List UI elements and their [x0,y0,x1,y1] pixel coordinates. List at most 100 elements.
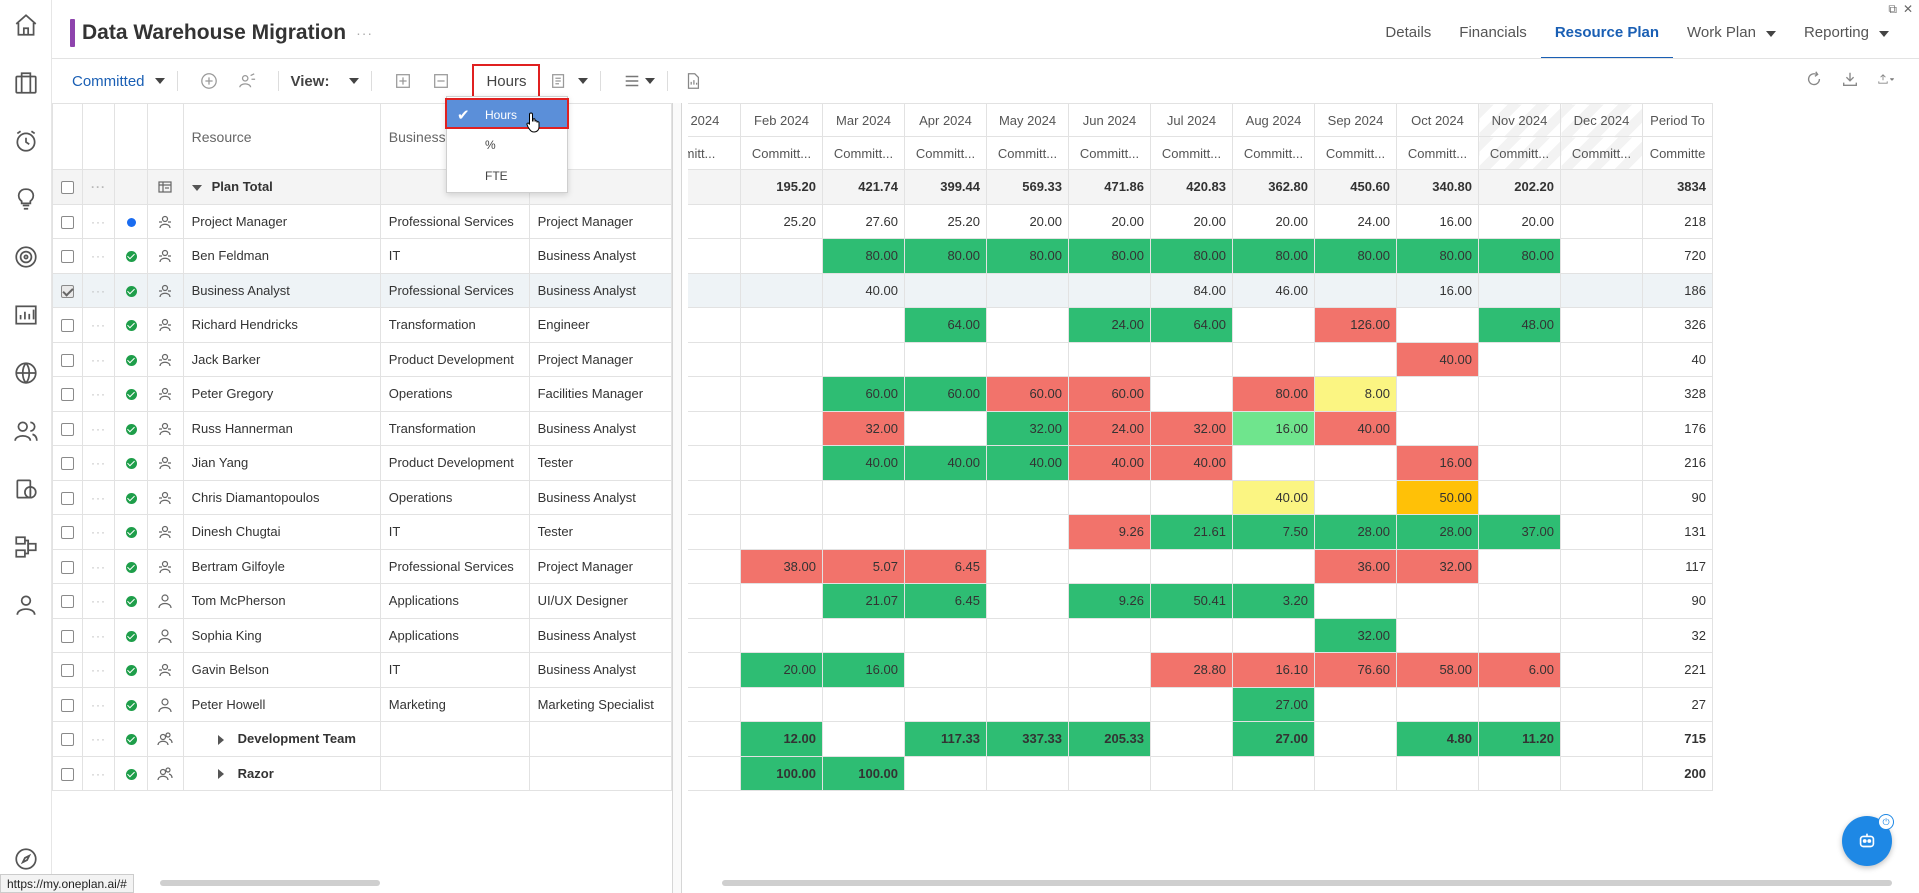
allocation-cell[interactable] [1478,755,1561,791]
export-report-icon[interactable] [684,72,702,90]
row-menu-cell[interactable]: ··· [82,203,115,239]
allocation-cell[interactable]: 6.00 [1478,652,1561,688]
allocation-cell[interactable] [1478,583,1561,619]
row-menu-cell[interactable]: ··· [82,341,115,377]
allocation-cell[interactable] [1396,410,1479,446]
allocation-cell[interactable] [1068,548,1151,584]
allocation-cell[interactable] [740,272,823,308]
resource-row[interactable]: ··· Chris Diamantopoulos Operations Busines… [52,479,673,515]
expand-all-icon[interactable] [394,72,412,90]
month-header[interactable]: Sep 2024 [1314,103,1397,137]
allocation-cell[interactable]: 176 [1642,410,1713,446]
allocation-cell[interactable]: 16.00 [822,652,905,688]
month-header[interactable]: Jun 2024 [1068,103,1151,137]
allocation-cell[interactable] [1232,445,1315,481]
allocation-cell[interactable] [688,341,741,377]
resource-row[interactable]: ··· Jian Yang Product Development Tester [52,445,673,481]
resource-name-cell[interactable]: Project Manager [182,203,381,239]
row-checkbox-cell[interactable] [52,203,83,239]
row-checkbox[interactable] [61,733,74,747]
row-checkbox-cell[interactable] [52,376,83,412]
month-header[interactable]: Nov 2024 [1478,103,1561,137]
allocation-cell[interactable]: 36.00 [1314,548,1397,584]
allocation-cell[interactable] [740,583,823,619]
row-checkbox-cell[interactable] [52,652,83,688]
row-menu-cell[interactable]: ··· [82,514,115,550]
allocation-cell[interactable] [1314,721,1397,757]
row-checkbox[interactable] [61,698,74,712]
allocation-cell[interactable]: 80.00 [1396,238,1479,274]
allocation-cell[interactable]: 471.86 [1068,169,1151,205]
allocation-cell[interactable] [1560,410,1643,446]
resource-row[interactable]: ··· Peter Gregory Operations Facilities Man… [52,376,673,412]
allocation-cell[interactable]: 80.00 [1232,238,1315,274]
allocation-cell[interactable] [1314,686,1397,722]
ideas-icon[interactable] [13,186,39,212]
month-header[interactable]: Mar 2024 [822,103,905,137]
row-menu-icon[interactable]: ··· [91,422,106,436]
allocation-cell[interactable]: 20.00 [986,203,1069,239]
resource-name-cell[interactable]: Peter Howell [182,686,381,722]
allocation-cell[interactable]: 37.00 [1478,514,1561,550]
resource-row[interactable]: ··· Peter Howell Marketing Marketing Specia… [52,686,673,722]
right-horizontal-scrollbar[interactable] [722,880,1892,886]
allocation-cell[interactable]: 421.74 [822,169,905,205]
allocation-cell[interactable] [904,410,987,446]
allocation-cell[interactable]: 362.80 [1232,169,1315,205]
allocation-cell[interactable] [904,479,987,515]
allocation-cell[interactable] [1560,583,1643,619]
allocation-cell[interactable] [688,272,741,308]
tab-resource-plan[interactable]: Resource Plan [1540,18,1674,59]
allocation-cell[interactable] [1232,548,1315,584]
allocation-cell[interactable] [1232,341,1315,377]
row-menu-cell[interactable]: ··· [82,686,115,722]
allocation-cell[interactable]: 16.00 [1396,445,1479,481]
allocation-cell[interactable] [986,341,1069,377]
allocation-cell[interactable]: 80.00 [1478,238,1561,274]
allocation-cell[interactable]: 60.00 [904,376,987,412]
org-structure-icon[interactable] [13,534,39,560]
allocation-cell[interactable]: 16.10 [1232,652,1315,688]
expand-caret-icon[interactable] [217,769,224,780]
allocation-cell[interactable]: 80.00 [1232,376,1315,412]
allocation-cell[interactable] [1150,479,1233,515]
allocation-cell[interactable] [986,617,1069,653]
row-menu-icon[interactable]: ··· [91,180,106,194]
allocation-cell[interactable] [1560,341,1643,377]
allocation-cell[interactable] [740,686,823,722]
allocation-cell[interactable] [1560,479,1643,515]
allocation-cell[interactable] [1314,341,1397,377]
allocation-cell[interactable]: 186 [1642,272,1713,308]
row-format-icon[interactable] [550,72,568,90]
allocation-cell[interactable] [1560,617,1643,653]
allocation-cell[interactable] [740,617,823,653]
expand-caret-icon[interactable] [217,734,224,745]
allocation-cell[interactable]: 32.00 [1314,617,1397,653]
resource-name-cell[interactable]: Sophia King [182,617,381,653]
row-menu-icon[interactable]: ··· [91,560,106,574]
allocation-cell[interactable] [1232,617,1315,653]
row-menu-icon[interactable]: ··· [91,629,106,643]
allocation-cell[interactable]: 64.00 [1150,307,1233,343]
resource-name-cell[interactable]: Development Team [182,721,381,757]
allocation-cell[interactable] [1478,445,1561,481]
allocation-cell[interactable]: 340.80 [1396,169,1479,205]
row-checkbox[interactable] [61,526,74,540]
allocation-cell[interactable] [688,307,741,343]
resource-name-cell[interactable]: Richard Hendricks [182,307,381,343]
row-checkbox-cell[interactable] [52,272,83,308]
row-checkbox[interactable] [61,250,74,264]
allocation-cell[interactable]: 32 [1642,617,1713,653]
upload-icon[interactable] [1877,70,1907,88]
allocation-cell[interactable] [688,238,741,274]
resource-name-cell[interactable]: Peter Gregory [182,376,381,412]
row-menu-icon[interactable]: ··· [91,284,106,298]
allocation-cell[interactable]: 9.26 [1068,514,1151,550]
row-menu-icon[interactable]: ··· [91,663,106,677]
unit-option-fte[interactable]: FTE [447,161,567,192]
allocation-cell[interactable] [986,479,1069,515]
allocation-cell[interactable]: 20.00 [1232,203,1315,239]
add-circle-icon[interactable] [200,72,218,90]
row-checkbox-cell[interactable] [52,410,83,446]
allocation-cell[interactable]: 80.00 [986,238,1069,274]
